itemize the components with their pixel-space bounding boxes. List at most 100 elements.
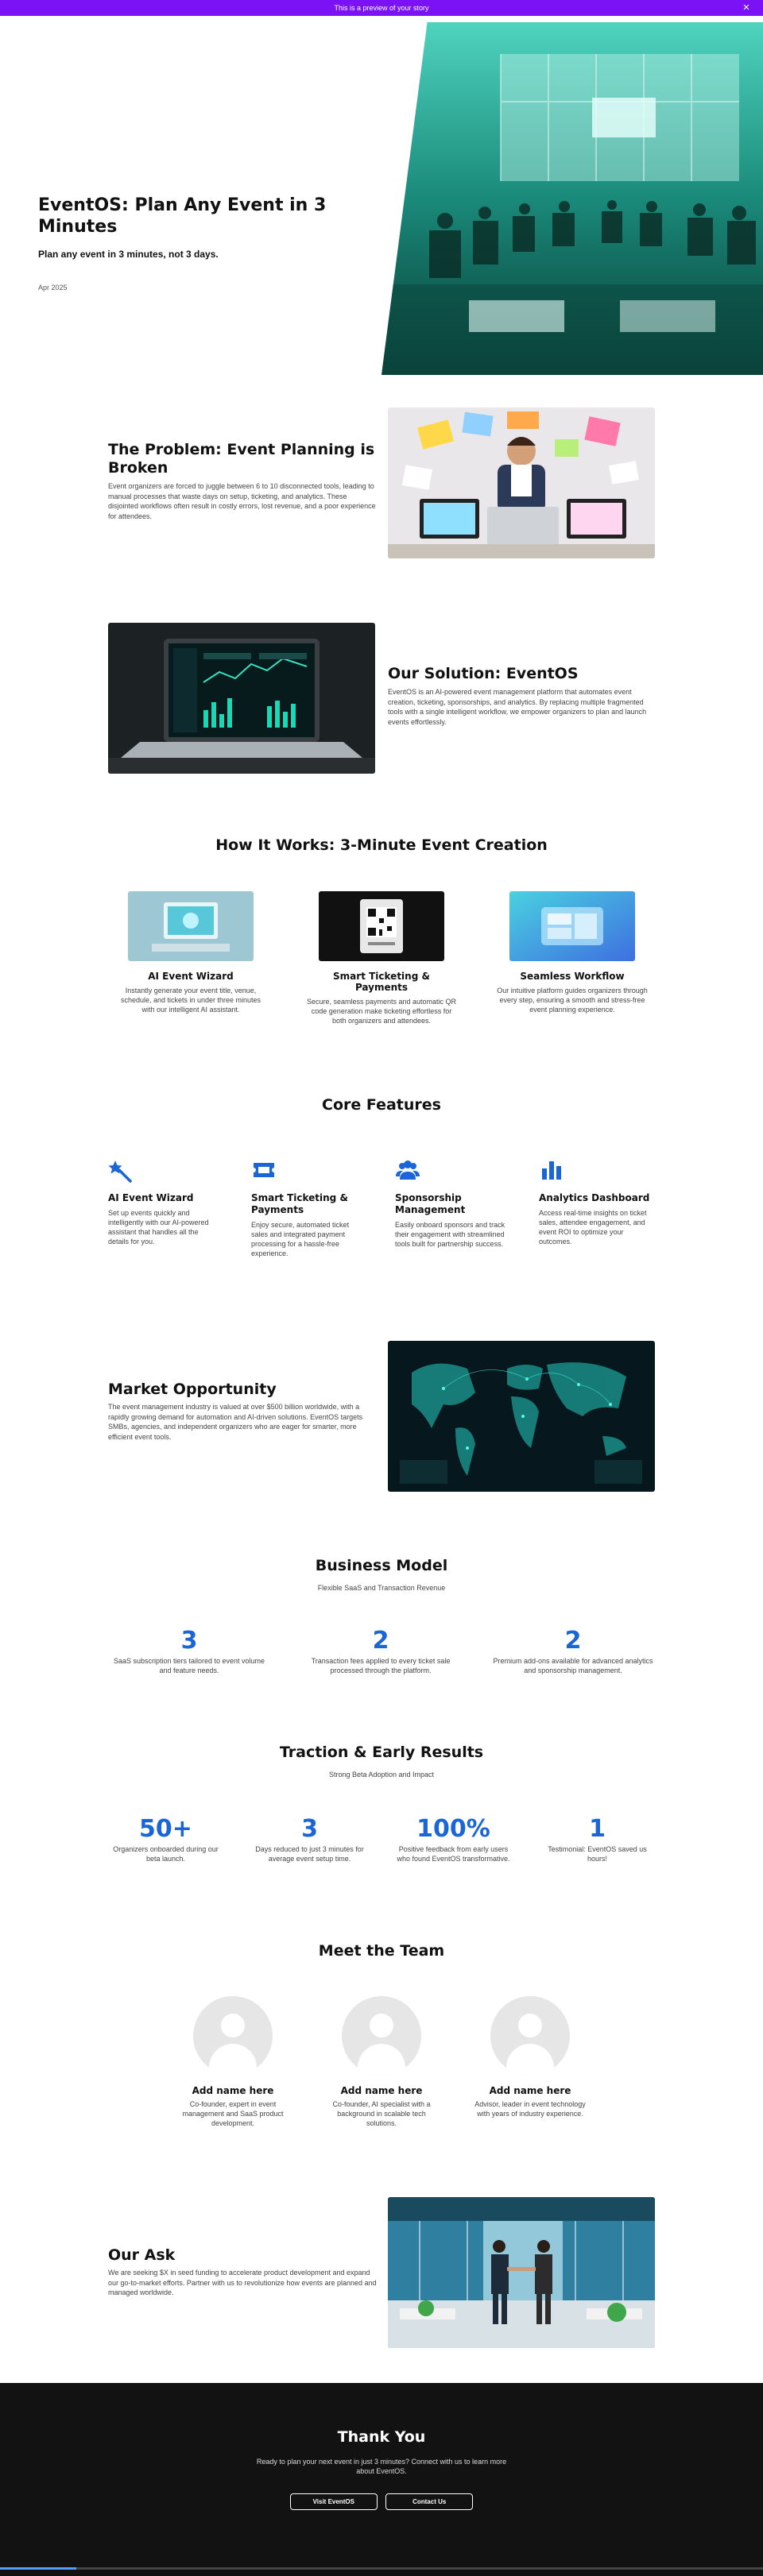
team-section: Meet the Team Add name here Co-founder, … — [0, 1926, 763, 2149]
avatar — [342, 1996, 421, 2076]
traction-subtitle: Strong Beta Adoption and Impact — [328, 1771, 435, 1778]
step-body: Secure, seamless payments and automatic … — [306, 998, 457, 1025]
avatar — [193, 1996, 273, 2076]
progress-bar — [0, 2567, 763, 2570]
feature-card: AI Event Wizard Set up events quickly an… — [108, 1157, 219, 1246]
traction-stat: 100% Positive feedback from early users … — [396, 1815, 511, 1863]
business-subtitle: Flexible SaaS and Transaction Revenue — [317, 1584, 446, 1592]
stat-value: 2 — [372, 1627, 389, 1655]
problem-image — [388, 407, 655, 558]
business-title: Business Model — [315, 1557, 448, 1574]
visit-eventos-button[interactable]: Visit EventOS — [289, 2493, 378, 2510]
traction-stat: 3 Days reduced to just 3 minutes for ave… — [252, 1815, 367, 1863]
thanks-body: Ready to plan your next event in just 3 … — [256, 2458, 507, 2475]
traction-stat: 1 Testimonial: EventOS saved us hours! — [540, 1815, 655, 1863]
preview-banner: This is a preview of your story ✕ — [0, 0, 763, 16]
stat-label: SaaS subscription tiers tailored to even… — [113, 1657, 265, 1674]
stat-label: Testimonial: EventOS saved us hours! — [548, 1845, 647, 1863]
close-icon[interactable]: ✕ — [741, 2, 752, 14]
market-section: Market Opportunity The event management … — [0, 1334, 763, 1493]
team-member: Add name here Co-founder, AI specialist … — [322, 1996, 441, 2128]
feature-body: Set up events quickly and intelligently … — [108, 1209, 209, 1246]
problem-section: The Problem: Event Planning is Broken Ev… — [0, 405, 763, 564]
member-name: Add name here — [192, 2085, 274, 2096]
avatar — [490, 1996, 570, 2076]
ask-section: Our Ask We are seeking $X in seed fundin… — [0, 2192, 763, 2351]
how-title: How It Works: 3-Minute Event Creation — [215, 836, 548, 854]
step-image-wizard — [128, 891, 254, 961]
thank-you-section: Thank You Ready to plan your next event … — [0, 2383, 763, 2576]
step-image-workflow — [509, 891, 635, 961]
stat-value: 100% — [416, 1815, 490, 1843]
contact-us-button[interactable]: Contact Us — [385, 2493, 474, 2510]
feature-body: Enjoy secure, automated ticket sales and… — [251, 1221, 350, 1257]
team-member: Add name here Advisor, leader in event t… — [471, 1996, 590, 2118]
ask-body: We are seeking $X in seed funding to acc… — [108, 2269, 377, 2296]
problem-title: The Problem: Event Planning is Broken — [108, 441, 375, 477]
feature-body: Access real-time insights on ticket sale… — [539, 1209, 647, 1246]
business-model-section: Business Model Flexible SaaS and Transac… — [0, 1541, 763, 1700]
stat-label: Positive feedback from early users who f… — [397, 1845, 510, 1863]
how-step: Smart Ticketing & Payments Secure, seaml… — [306, 891, 457, 1025]
problem-body: Event organizers are forced to juggle be… — [108, 482, 376, 520]
stat-label: Transaction fees applied to every ticket… — [311, 1657, 451, 1674]
feature-body: Easily onboard sponsors and track their … — [395, 1221, 505, 1248]
hero-section: EventOS: Plan Any Event in 3 Minutes Pla… — [0, 16, 763, 375]
feature-title: Analytics Dashboard — [539, 1192, 650, 1203]
hero-image — [382, 22, 763, 375]
group-icon — [395, 1157, 420, 1183]
business-stat: 3 SaaS subscription tiers tailored to ev… — [109, 1627, 269, 1675]
feature-title: AI Event Wizard — [108, 1192, 194, 1203]
features-section: Core Features AI Event Wizard Set up eve… — [0, 1084, 763, 1299]
business-stat: 2 Transaction fees applied to every tick… — [300, 1627, 461, 1675]
ticket-icon — [251, 1157, 277, 1183]
step-title: Seamless Workflow — [520, 971, 625, 982]
solution-section: Our Solution: EventOS EventOS is an AI-p… — [0, 620, 763, 778]
step-title: AI Event Wizard — [148, 971, 234, 982]
world-map-image — [388, 1341, 655, 1492]
business-stat: 2 Premium add-ons available for advanced… — [493, 1627, 653, 1675]
stat-value: 50+ — [139, 1815, 192, 1843]
member-bio: Co-founder, AI specialist with a backgro… — [332, 2100, 431, 2127]
feature-card: Analytics Dashboard Access real-time ins… — [539, 1157, 650, 1246]
market-title: Market Opportunity — [108, 1381, 277, 1398]
traction-section: Traction & Early Results Strong Beta Ado… — [0, 1732, 763, 1898]
team-title: Meet the Team — [318, 1942, 445, 1960]
solution-title: Our Solution: EventOS — [388, 665, 579, 682]
hero-subtitle: Plan any event in 3 minutes, not 3 days. — [38, 249, 219, 260]
thanks-title: Thank You — [337, 2428, 426, 2446]
traction-title: Traction & Early Results — [279, 1744, 484, 1761]
traction-stat: 50+ Organizers onboarded during our beta… — [108, 1815, 223, 1863]
feature-title: Smart Ticketing & Payments — [251, 1192, 348, 1215]
member-name: Add name here — [489, 2085, 571, 2096]
team-member: Add name here Co-founder, expert in even… — [173, 1996, 292, 2128]
hero-title: EventOS: Plan Any Event in 3 Minutes — [38, 195, 327, 237]
banner-text: This is a preview of your story — [334, 4, 429, 12]
stat-label: Organizers onboarded during our beta lau… — [113, 1845, 219, 1863]
how-step: AI Event Wizard Instantly generate your … — [115, 891, 266, 1014]
stat-label: Days reduced to just 3 minutes for avera… — [255, 1845, 364, 1863]
member-bio: Co-founder, expert in event management a… — [182, 2100, 284, 2127]
solution-body: EventOS is an AI-powered event managemen… — [388, 688, 647, 726]
wand-icon — [108, 1157, 134, 1183]
ask-title: Our Ask — [108, 2246, 176, 2264]
feature-title: Sponsorship Management — [395, 1192, 466, 1215]
features-title: Core Features — [322, 1096, 441, 1114]
step-body: Instantly generate your event title, ven… — [120, 987, 261, 1014]
progress-fill — [0, 2567, 76, 2570]
member-name: Add name here — [340, 2085, 423, 2096]
solution-image — [108, 623, 375, 774]
market-body: The event management industry is valued … — [108, 1403, 363, 1441]
feature-card: Sponsorship Management Easily onboard sp… — [395, 1157, 506, 1249]
step-title: Smart Ticketing & Payments — [333, 971, 430, 993]
how-it-works-section: How It Works: 3-Minute Event Creation AI… — [0, 826, 763, 1041]
feature-card: Smart Ticketing & Payments Enjoy secure,… — [251, 1157, 362, 1258]
ask-image — [388, 2197, 655, 2348]
stat-label: Premium add-ons available for advanced a… — [493, 1657, 653, 1674]
stat-value: 2 — [564, 1627, 582, 1655]
hero-date: Apr 2025 — [38, 284, 68, 292]
stat-value: 3 — [301, 1815, 318, 1843]
step-image-ticketing — [319, 891, 444, 961]
bar-chart-icon — [539, 1157, 564, 1183]
stat-value: 1 — [589, 1815, 606, 1843]
